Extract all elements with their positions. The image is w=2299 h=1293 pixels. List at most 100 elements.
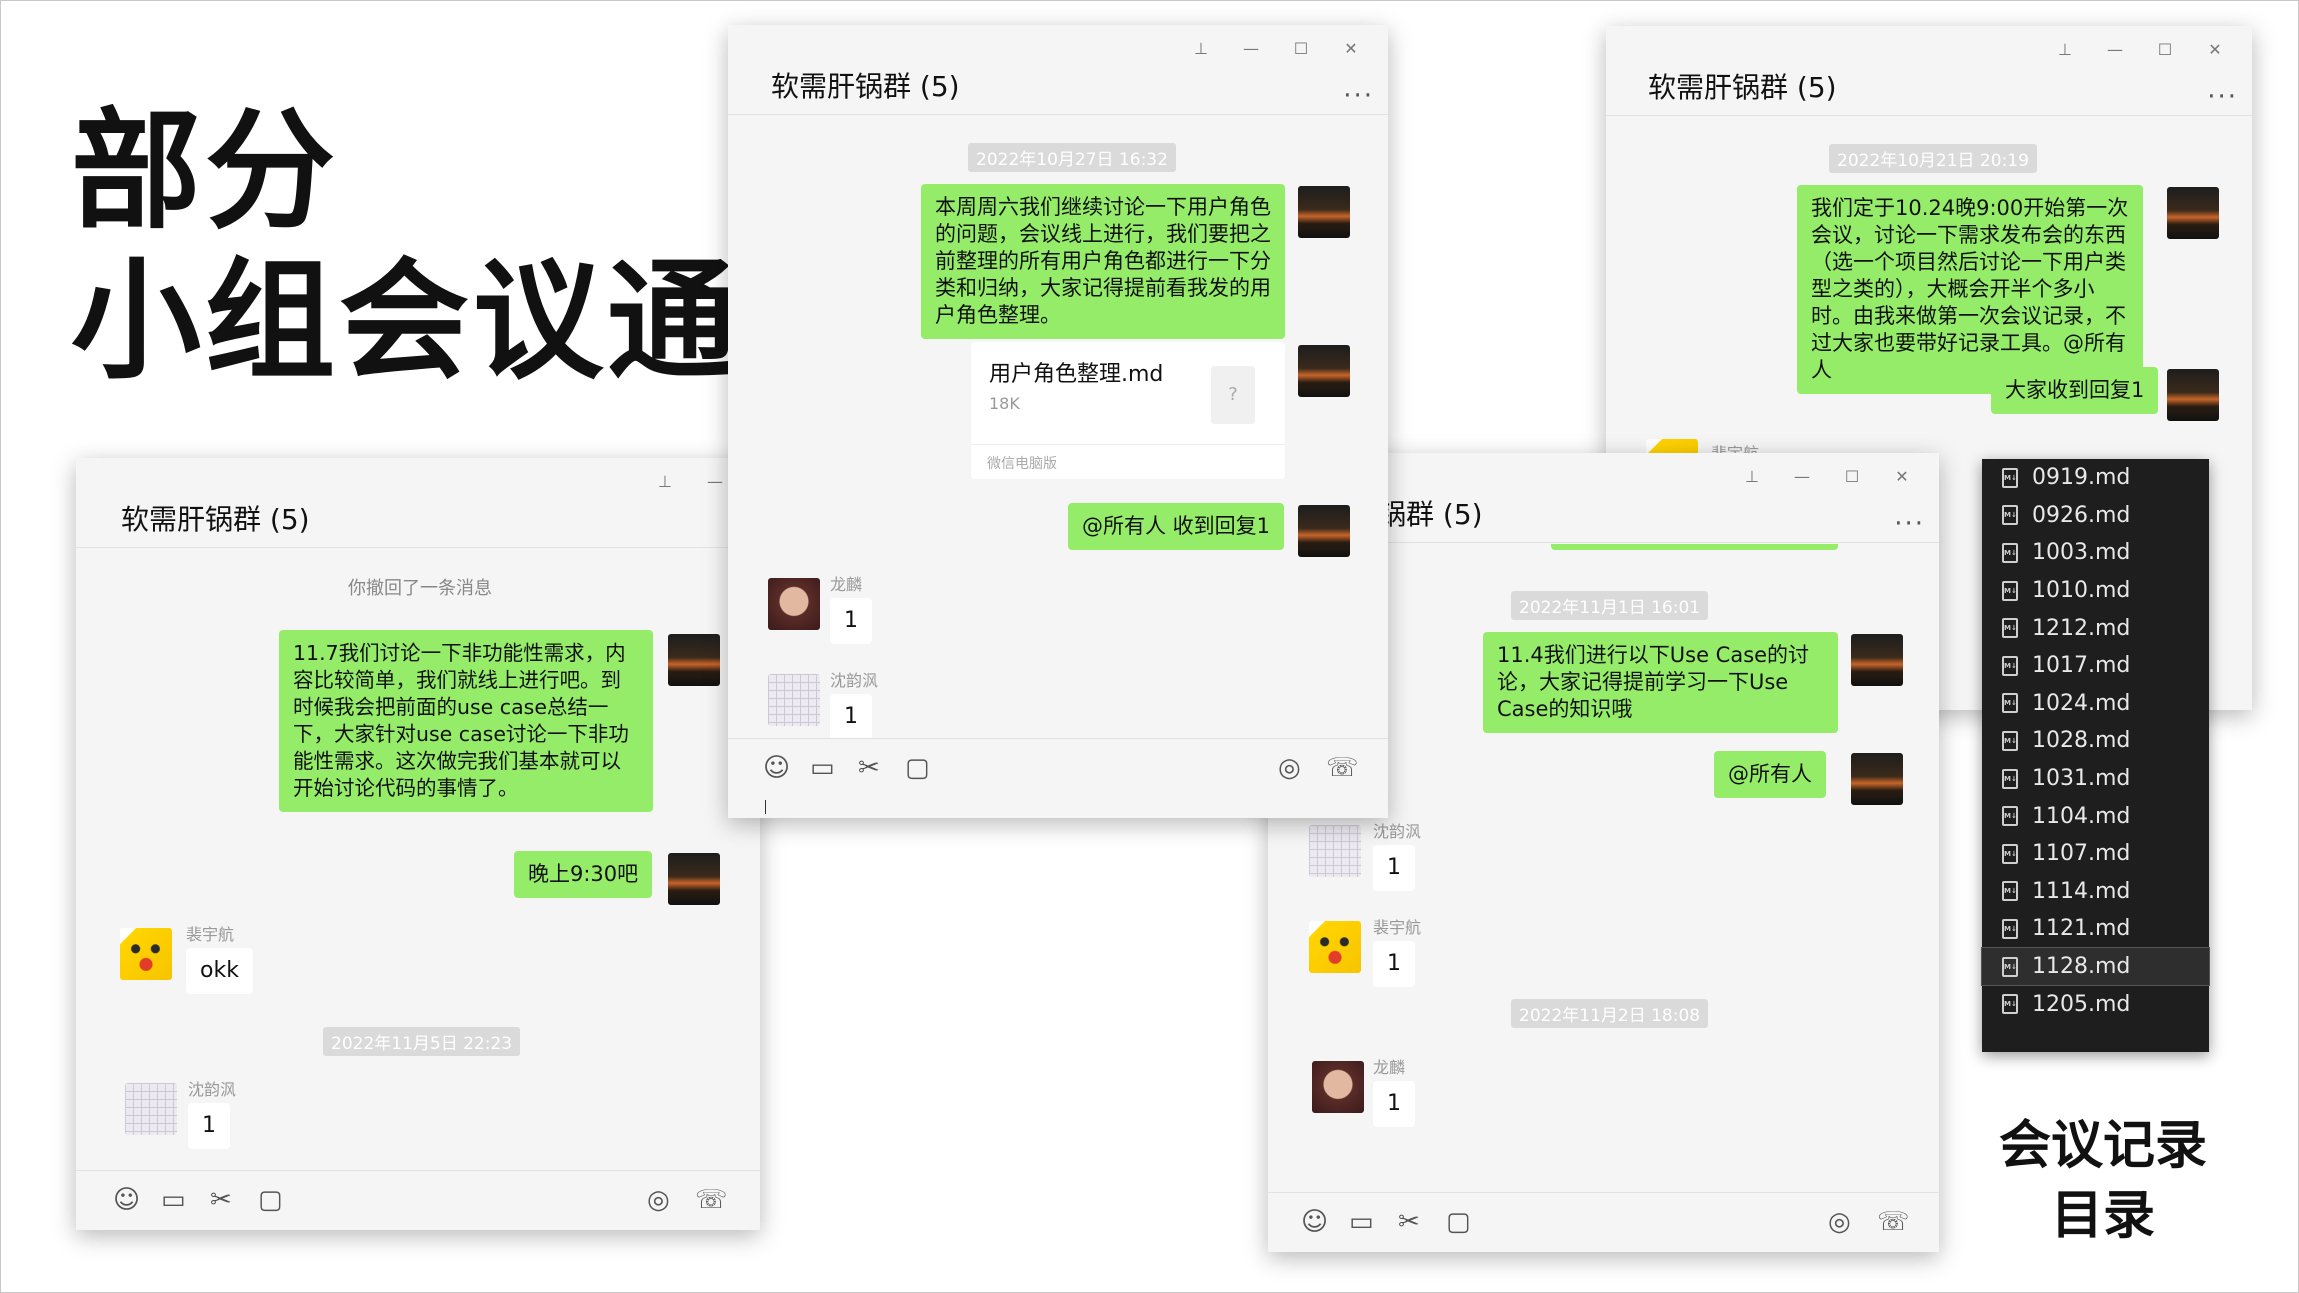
file-item[interactable]: M↓ 0919.md [1982, 459, 2209, 497]
avatar[interactable] [1309, 825, 1361, 877]
chat-history-icon[interactable]: ▢ [1446, 1207, 1471, 1237]
chat-title: 软需肝锅群 (5) [1648, 71, 1837, 104]
call-icon[interactable]: ☏ [1326, 753, 1359, 783]
file-icon: ? [1211, 366, 1255, 424]
message-bubble[interactable]: 晚上9:30吧 [514, 851, 653, 898]
avatar[interactable] [1851, 753, 1903, 805]
window-controls: ⊥ — ☐ ✕ [1176, 39, 1376, 58]
message-bubble[interactable]: 我们定于10.24晚9:00开始第一次会议，讨论一下需求发布会的东西（选一个项目… [1797, 185, 2143, 394]
file-item[interactable]: M↓ 1003.md [1982, 534, 2209, 572]
more-icon[interactable]: ··· [1343, 81, 1374, 111]
avatar[interactable] [768, 578, 820, 630]
file-item[interactable]: M↓ 1104.md [1982, 797, 2209, 835]
timestamp: 2022年10月27日 16:32 [968, 143, 1176, 172]
message-bubble[interactable]: @所有人 [1714, 751, 1826, 798]
close-icon[interactable]: ✕ [1877, 467, 1927, 486]
emoji-icon[interactable]: ☺ [763, 753, 790, 783]
file-item[interactable]: M↓ 1010.md [1982, 572, 2209, 610]
avatar[interactable] [2167, 369, 2219, 421]
file-list: M↓ 0919.md M↓ 0926.md M↓ 1003.md M↓ 1010.md M↓ 12… [1981, 459, 2210, 1052]
avatar[interactable] [1851, 634, 1903, 686]
live-icon[interactable]: ◎ [1278, 753, 1301, 783]
folder-icon[interactable]: ▭ [810, 753, 835, 783]
maximize-icon[interactable]: ☐ [1276, 39, 1326, 58]
message-bubble[interactable]: 1 [830, 694, 872, 740]
avatar[interactable] [668, 853, 720, 905]
message-bubble[interactable]: 11.4我们进行以下Use Case的讨论，大家记得提前学习一下Use Case… [1483, 632, 1838, 733]
emoji-icon[interactable]: ☺ [113, 1185, 140, 1215]
file-item[interactable]: M↓ 0926.md [1982, 497, 2209, 535]
emoji-icon[interactable]: ☺ [1301, 1207, 1328, 1237]
call-icon[interactable]: ☏ [695, 1185, 728, 1215]
minimize-icon[interactable]: — [1226, 39, 1276, 58]
folder-icon[interactable]: ▭ [1349, 1207, 1374, 1237]
message-bubble[interactable]: 1 [1373, 1081, 1415, 1127]
pin-icon[interactable]: ⊥ [1727, 467, 1777, 486]
maximize-icon[interactable]: ☐ [1827, 467, 1877, 486]
window-header: 软需肝锅群 (5) ⊥ — ☐ ✕ ··· [1606, 26, 2252, 116]
file-card[interactable]: 用户角色整理.md 18K ? 微信电脑版 [971, 342, 1285, 479]
close-icon[interactable]: ✕ [2190, 40, 2240, 59]
file-item[interactable]: M↓ 1128.md [1981, 946, 2210, 987]
call-icon[interactable]: ☏ [1877, 1207, 1910, 1237]
file-item[interactable]: M↓ 1107.md [1982, 835, 2209, 873]
avatar[interactable] [2167, 187, 2219, 239]
file-item[interactable]: M↓ 1205.md [1982, 985, 2209, 1023]
pin-icon[interactable]: ⊥ [2040, 40, 2090, 59]
maximize-icon[interactable]: ☐ [2140, 40, 2190, 59]
window-header: 软需肝锅群 (5) ⊥ — ☐ [76, 458, 760, 548]
live-icon[interactable]: ◎ [1828, 1207, 1851, 1237]
recall-notice: 你撤回了一条消息 [348, 578, 492, 599]
message-bubble[interactable]: 大家收到回复1 [1991, 367, 2159, 414]
file-item[interactable]: M↓ 1031.md [1982, 760, 2209, 798]
close-icon[interactable]: ✕ [1326, 39, 1376, 58]
scissors-icon[interactable]: ✂ [210, 1185, 232, 1215]
pin-icon[interactable]: ⊥ [1176, 39, 1226, 58]
message-bubble[interactable]: 11.7我们讨论一下非功能性需求，内容比较简单，我们就线上进行吧。到时候我会把前… [279, 630, 653, 812]
file-item-label: 1212.md [2032, 615, 2131, 641]
file-item[interactable]: M↓ 1028.md [1982, 722, 2209, 760]
scissors-icon[interactable]: ✂ [1398, 1207, 1420, 1237]
file-item[interactable]: M↓ 1024.md [1982, 685, 2209, 723]
avatar[interactable] [1298, 505, 1350, 557]
minimize-icon[interactable]: — [1777, 467, 1827, 486]
file-item-label: 0919.md [2032, 465, 2131, 491]
caption-line-2: 目录 [2050, 1186, 2155, 1246]
avatar[interactable] [1298, 186, 1350, 238]
file-item-label: 1104.md [2032, 803, 2131, 829]
markdown-file-icon: M↓ [2002, 956, 2018, 977]
message-bubble[interactable]: 1 [188, 1103, 230, 1149]
avatar[interactable] [120, 928, 172, 980]
avatar[interactable] [1298, 345, 1350, 397]
live-icon[interactable]: ◎ [647, 1185, 670, 1215]
chat-window-center: 软需肝锅群 (5) ⊥ — ☐ ✕ ··· 2022年10月27日 16:32 … [728, 25, 1388, 818]
avatar[interactable] [125, 1083, 177, 1135]
markdown-file-icon: M↓ [2002, 881, 2018, 902]
more-icon[interactable]: ··· [1894, 509, 1925, 539]
avatar[interactable] [1312, 1061, 1364, 1113]
file-item[interactable]: M↓ 1121.md [1982, 910, 2209, 948]
more-icon[interactable]: ··· [2207, 82, 2238, 112]
chat-history-icon[interactable]: ▢ [905, 753, 930, 783]
markdown-file-icon: M↓ [2002, 655, 2018, 676]
message-bubble[interactable]: 1 [830, 598, 872, 644]
chat-title: 软需肝锅群 (5) [121, 503, 310, 536]
file-item[interactable]: M↓ 1212.md [1982, 609, 2209, 647]
message-bubble[interactable]: 本周周六我们继续讨论一下用户角色的问题，会议线上进行，我们要把之前整理的所有用户… [921, 184, 1285, 339]
scissors-icon[interactable]: ✂ [858, 753, 880, 783]
minimize-icon[interactable]: — [2090, 40, 2140, 59]
message-bubble[interactable]: 1 [1373, 941, 1415, 987]
chat-history-icon[interactable]: ▢ [258, 1185, 283, 1215]
file-item[interactable]: M↓ 1017.md [1982, 647, 2209, 685]
avatar[interactable] [768, 674, 820, 726]
avatar[interactable] [1309, 921, 1361, 973]
avatar[interactable] [668, 634, 720, 686]
folder-icon[interactable]: ▭ [161, 1185, 186, 1215]
file-item[interactable]: M↓ 1114.md [1982, 873, 2209, 911]
pin-icon[interactable]: ⊥ [640, 472, 690, 491]
message-bubble[interactable]: @所有人 收到回复1 [1068, 503, 1285, 550]
message-bubble[interactable]: okk [186, 948, 253, 994]
file-item-label: 1107.md [2032, 841, 2131, 867]
message-input[interactable] [728, 798, 1388, 818]
message-bubble[interactable]: 1 [1373, 845, 1415, 891]
